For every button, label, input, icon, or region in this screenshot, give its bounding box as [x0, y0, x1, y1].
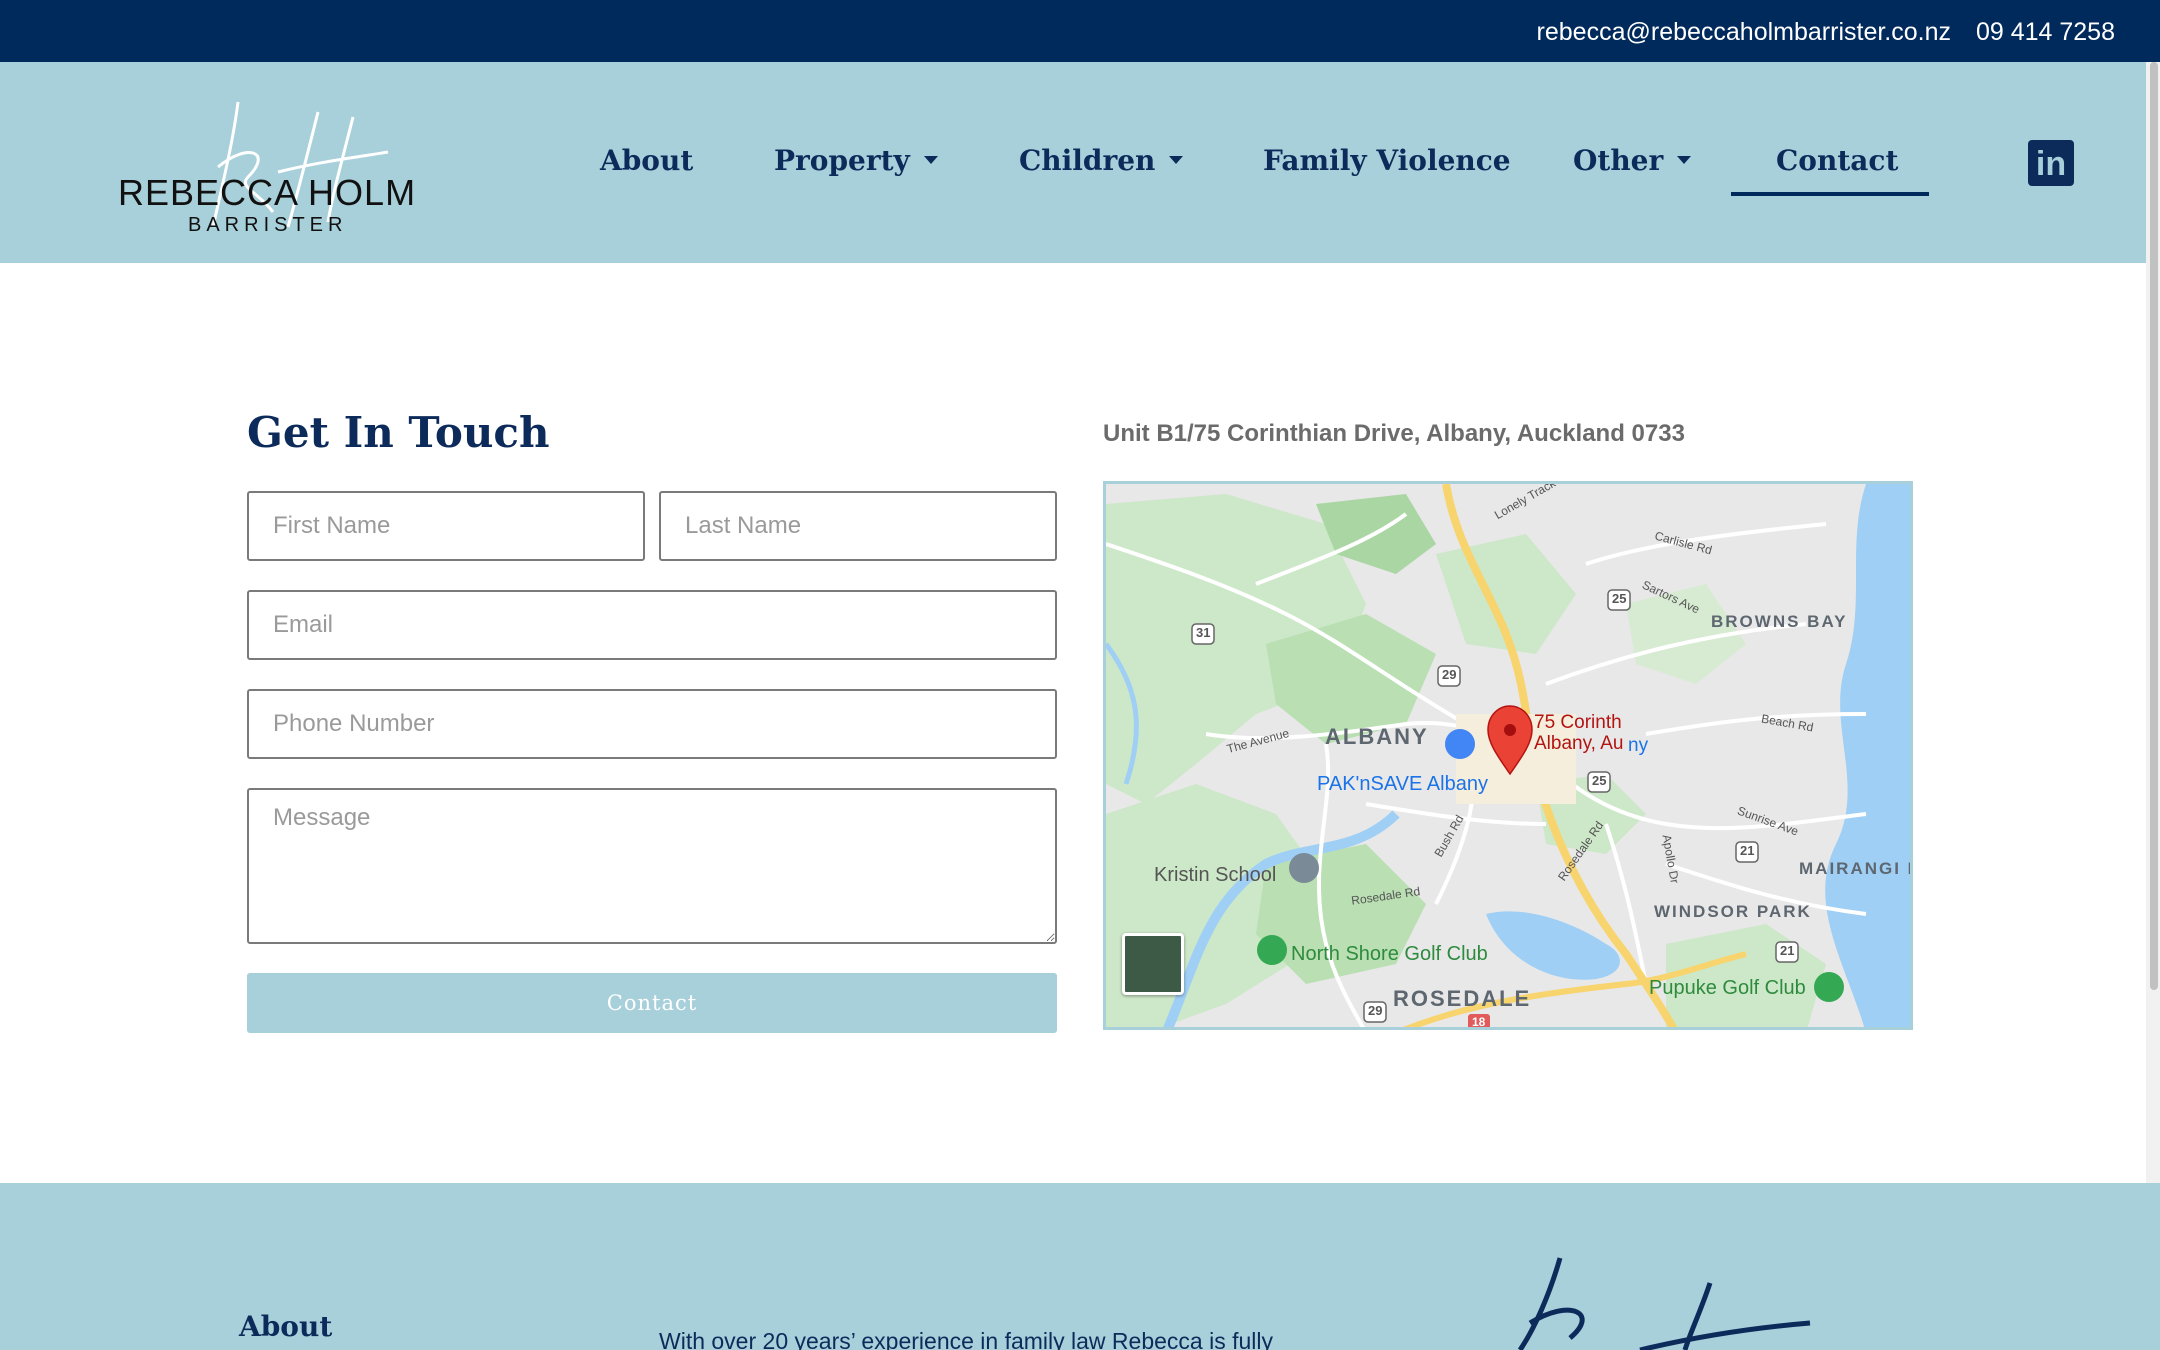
- site-footer: About With over 20 years’ experience in …: [0, 1183, 2160, 1350]
- chevron-down-icon: [1677, 155, 1692, 164]
- logo-name: REBECCA HOLM: [118, 172, 417, 213]
- map-marker-label-line2: Albany, Au: [1534, 733, 1624, 754]
- topbar-email-link[interactable]: rebecca@rebeccaholmbarrister.co.nz: [1537, 18, 1951, 47]
- map-route-shield: 18: [1472, 1015, 1486, 1029]
- nav-item-label: Other: [1573, 144, 1664, 177]
- nav-item-contact[interactable]: Contact: [1776, 144, 1898, 177]
- nav-item-about[interactable]: About: [600, 144, 693, 177]
- page-title: Get In Touch: [247, 408, 550, 457]
- map-label-browns-bay: BROWNS BAY: [1711, 612, 1848, 631]
- first-name-field[interactable]: [247, 491, 645, 561]
- map-label-pupuke-golf[interactable]: Pupuke Golf Club: [1649, 977, 1806, 1000]
- email-field[interactable]: [247, 590, 1057, 660]
- linkedin-icon[interactable]: in: [2028, 140, 2074, 186]
- footer-about-heading: About: [239, 1310, 333, 1343]
- map-route-shield: 31: [1196, 625, 1211, 640]
- location-map[interactable]: ALBANY BROWNS BAY MAIRANGI B WINDSOR PAR…: [1103, 481, 1913, 1030]
- map-label-rosedale: ROSEDALE: [1393, 986, 1532, 1011]
- topbar-phone-link[interactable]: 09 414 7258: [1976, 18, 2115, 47]
- active-nav-indicator: [1731, 192, 1929, 196]
- map-route-shield: 29: [1368, 1003, 1383, 1018]
- message-field[interactable]: [247, 788, 1057, 944]
- nav-item-other[interactable]: Other: [1573, 144, 1692, 177]
- nav-item-family-violence[interactable]: Family Violence: [1263, 144, 1511, 177]
- map-label-overlap: ny: [1628, 735, 1649, 756]
- map-label-kristin-school[interactable]: Kristin School: [1154, 864, 1276, 887]
- footer-about-text: With over 20 years’ experience in family…: [659, 1328, 1274, 1350]
- site-header: REBECCA HOLM BARRISTER About Property Ch…: [0, 62, 2160, 263]
- map-route-shield: 21: [1780, 943, 1795, 958]
- chevron-down-icon: [923, 155, 938, 164]
- nav-item-children[interactable]: Children: [1019, 144, 1184, 177]
- site-logo[interactable]: REBECCA HOLM BARRISTER: [118, 92, 428, 236]
- chevron-down-icon: [1169, 155, 1184, 164]
- phone-field[interactable]: [247, 689, 1057, 759]
- signature-icon: [1517, 1257, 1811, 1350]
- map-route-shield: 25: [1612, 591, 1627, 606]
- map-label-albany: ALBANY: [1325, 724, 1429, 749]
- office-address: Unit B1/75 Corinthian Drive, Albany, Auc…: [1103, 420, 1685, 447]
- map-label-windsor-park: WINDSOR PARK: [1654, 902, 1812, 921]
- map-label-paknsave[interactable]: PAK'nSAVE Albany: [1317, 773, 1488, 796]
- nav-item-label: About: [600, 144, 694, 177]
- scrollbar-thumb[interactable]: [2150, 62, 2158, 990]
- map-route-shield: 29: [1442, 667, 1457, 682]
- nav-item-label: Property: [774, 144, 910, 177]
- contact-submit-button[interactable]: Contact: [247, 973, 1057, 1033]
- nav-item-label: Family Violence: [1263, 144, 1511, 177]
- nav-item-label: Contact: [1776, 144, 1899, 177]
- logo-subtitle: BARRISTER: [188, 214, 348, 236]
- map-label-north-shore-golf[interactable]: North Shore Golf Club: [1291, 943, 1488, 966]
- nav-item-label: Children: [1019, 144, 1156, 177]
- nav-item-property[interactable]: Property: [774, 144, 938, 177]
- satellite-toggle-button[interactable]: [1122, 933, 1184, 995]
- last-name-field[interactable]: [659, 491, 1057, 561]
- map-route-shield: 25: [1592, 773, 1607, 788]
- top-contact-bar: rebecca@rebeccaholmbarrister.co.nz 09 41…: [0, 0, 2160, 62]
- map-marker-label-line1: 75 Corinth: [1534, 712, 1622, 733]
- map-label-mairangi: MAIRANGI B: [1799, 859, 1913, 878]
- map-route-shield: 21: [1740, 843, 1755, 858]
